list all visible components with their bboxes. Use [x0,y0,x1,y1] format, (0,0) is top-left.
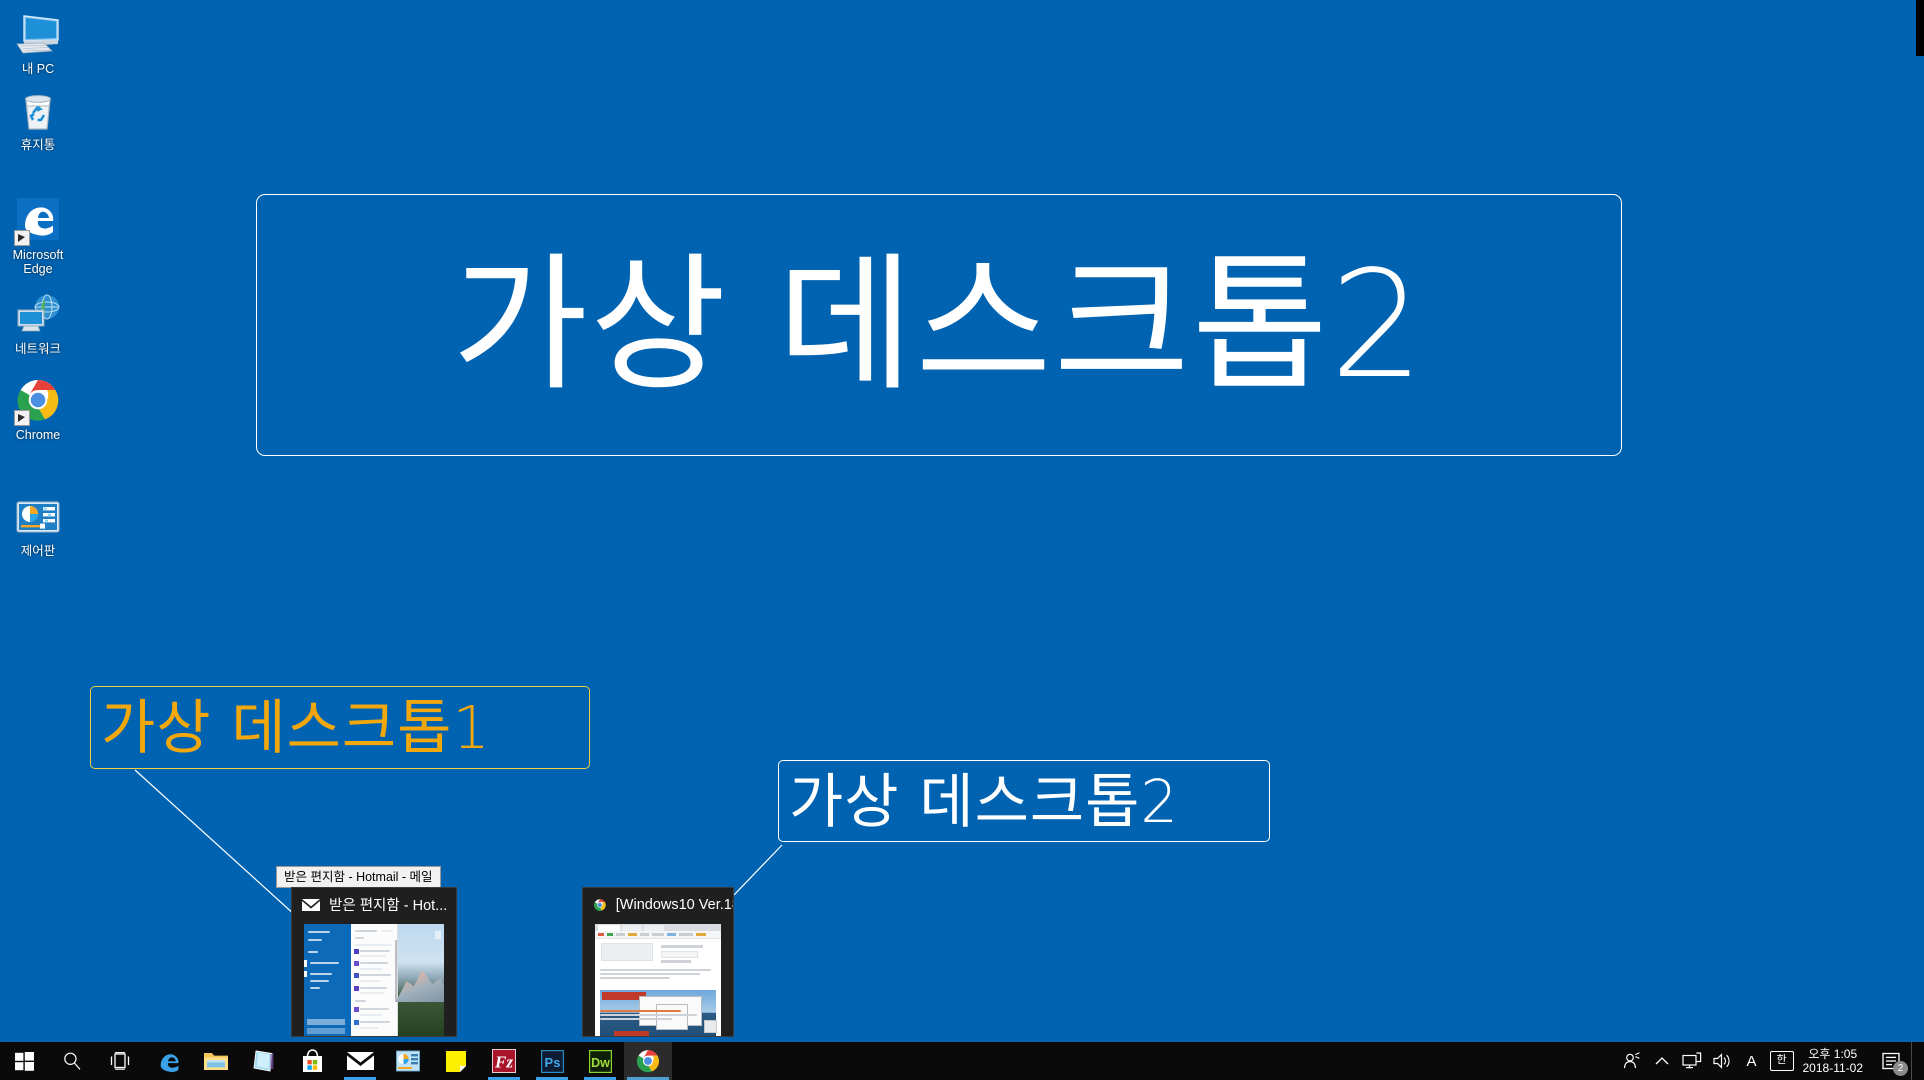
taskbar: Fz Ps Dw A 한 오후 1:05 2018-11-02 2 [0,1042,1924,1080]
taskbar-edge[interactable] [144,1042,192,1080]
taskbar-dreamweaver[interactable]: Dw [576,1042,624,1080]
callout-label: 가상 데스크톱2 [789,766,1179,836]
file-explorer-icon [204,1053,228,1070]
taskbar-tooltip: 받은 편지함 - Hotmail - 메일 [276,866,441,888]
chrome-thumbnail-preview[interactable]: [Windows10 Ver.18... [583,888,733,1036]
chrome-bookmarks-bar [595,931,721,939]
desktop-icon-recycle-bin[interactable]: 휴지통 [0,86,76,152]
microsoft-edge-icon [160,1053,178,1072]
thumbnail-title: 받은 편지함 - Hot... [329,898,448,914]
desktop-icon-label: 제어판 [20,544,56,558]
desktop-icon-network[interactable]: 네트워크 [0,290,76,356]
powerpoint-icon [396,1050,420,1072]
virtual-desktop-title-box: 가상 데스크톱2 [256,194,1622,456]
chrome-page-content [595,939,721,1036]
mail-envelope-icon [346,1052,374,1070]
filezilla-icon: Fz [492,1049,516,1073]
mail-navigation-pane [304,924,352,1036]
network-display-icon[interactable] [1677,1042,1707,1080]
taskbar-powerpoint[interactable] [384,1042,432,1080]
taskbar-photoshop[interactable]: Ps [528,1042,576,1080]
clock-time: 오후 1:05 [1808,1047,1858,1061]
clock[interactable]: 오후 1:05 2018-11-02 [1797,1047,1874,1075]
connector-lines [134,769,783,917]
onenote-icon [253,1050,274,1072]
start-button[interactable] [0,1042,48,1080]
ime-language-icon[interactable]: 한 [1767,1042,1797,1080]
google-chrome-icon [594,898,606,911]
mail-reading-pane-image [398,924,444,1036]
control-panel-icon [14,492,62,540]
search-button[interactable] [48,1042,96,1080]
microsoft-store-icon [302,1049,322,1072]
thumbnail-body [595,924,721,1036]
taskbar-mail[interactable] [336,1042,384,1080]
desktop-icon-chrome[interactable]: Chrome [0,376,76,442]
system-tray: A 한 오후 1:05 2018-11-02 2 [1617,1042,1924,1080]
google-chrome-icon [636,1050,659,1073]
sticky-notes-icon [446,1050,466,1072]
recycle-bin-icon [14,86,62,134]
ime-font-label: A [1746,1052,1757,1070]
ime-language-label: 한 [1769,1051,1794,1071]
screen-edge-strip [1916,0,1924,56]
my-computer-icon [14,10,62,58]
taskbar-sticky-notes[interactable] [432,1042,480,1080]
taskbar-filezilla[interactable]: Fz [480,1042,528,1080]
mail-message-list [351,924,399,1036]
thumbnail-title: [Windows10 Ver.18... [615,896,733,913]
volume-icon[interactable] [1707,1042,1737,1080]
desktop-background: 내 PC 휴지통 Microsoft Edge 네트워크 Chrome 제어판 … [0,0,1924,1080]
chrome-window-preview [595,924,721,1036]
network-icon [14,290,62,338]
shortcut-overlay-icon [14,230,30,246]
desktop-icon-label: Microsoft Edge [12,248,64,276]
tooltip-text: 받은 편지함 - Hotmail - 메일 [284,870,433,884]
taskbar-file-explorer[interactable] [192,1042,240,1080]
virtual-desktop-1-callout: 가상 데스크톱1 [90,686,590,769]
taskbar-items: Fz Ps Dw [0,1042,672,1080]
svg-text:Fz: Fz [494,1053,513,1072]
mail-thumbnail-preview[interactable]: 받은 편지함 - Hot... [292,888,456,1036]
desktop-icon-microsoft-edge[interactable]: Microsoft Edge [0,196,76,276]
desktop-icon-label: Chrome [15,428,61,442]
task-view-button[interactable] [96,1042,144,1080]
svg-text:Dw: Dw [591,1056,610,1070]
mail-window-preview [304,924,444,1036]
callout-label: 가상 데스크톱1 [101,693,491,762]
thumbnail-header: [Windows10 Ver.18... [583,888,733,921]
shortcut-overlay-icon [14,410,30,426]
desktop-icon-my-pc[interactable]: 내 PC [0,10,76,76]
thumbnail-body [304,924,444,1036]
show-desktop-button[interactable] [1911,1042,1920,1080]
desktop-icon-label: 내 PC [21,62,55,76]
desktop-icon-label: 휴지통 [20,138,56,152]
page-title: 가상 데스크톱2 [451,239,1427,411]
mail-envelope-icon [302,898,320,911]
desktop-icon-control-panel[interactable]: 제어판 [0,492,76,558]
clock-date: 2018-11-02 [1802,1061,1864,1075]
windows-logo-icon [14,1051,34,1071]
taskbar-chrome[interactable] [624,1042,672,1080]
chevron-up-icon[interactable] [1647,1042,1677,1080]
action-center-button[interactable]: 2 [1873,1042,1911,1080]
notification-badge: 2 [1893,1061,1908,1076]
taskbar-microsoft-store[interactable] [288,1042,336,1080]
photoshop-icon: Ps [540,1049,564,1073]
virtual-desktop-2-callout: 가상 데스크톱2 [778,760,1270,842]
ime-font-icon[interactable]: A [1737,1042,1767,1080]
desktop-icon-label: 네트워크 [14,342,61,356]
task-view-icon [110,1052,130,1070]
search-icon [64,1052,81,1070]
svg-text:Ps: Ps [544,1055,560,1070]
people-icon[interactable] [1617,1042,1647,1080]
thumbnail-header: 받은 편지함 - Hot... [292,888,456,921]
chrome-tab-bar [595,924,721,931]
dreamweaver-icon: Dw [588,1049,612,1073]
taskbar-onenote[interactable] [240,1042,288,1080]
chrome-download-indicator [704,1020,717,1033]
